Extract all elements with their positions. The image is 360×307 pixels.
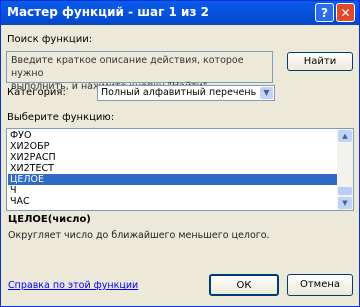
list-scrollbar[interactable]: ▲ ▼: [337, 129, 353, 210]
search-description-line-1: Введите краткое описание действия, котор…: [11, 55, 244, 79]
scroll-down-icon[interactable]: ▼: [338, 197, 352, 209]
list-item[interactable]: ЧАС: [8, 196, 337, 207]
function-list-label: Выберите функцию:: [7, 112, 115, 123]
list-item[interactable]: ХИ2ОБР: [8, 141, 337, 152]
chevron-down-icon[interactable]: ▼: [260, 87, 273, 99]
list-item[interactable]: ФУО: [8, 130, 337, 141]
search-label: Поиск функции:: [7, 34, 93, 45]
cancel-button[interactable]: Отмена: [287, 274, 353, 296]
list-item[interactable]: Ч: [8, 185, 337, 196]
scroll-thumb[interactable]: [338, 187, 352, 195]
find-button[interactable]: Найти: [287, 52, 353, 71]
help-link[interactable]: Справка по этой функции: [8, 280, 138, 291]
list-item[interactable]: ХИ2ТЕСТ: [8, 163, 337, 174]
close-icon[interactable]: ✕: [336, 3, 355, 22]
category-select[interactable]: Полный алфавитный перечень ▼: [97, 85, 275, 101]
scroll-up-icon[interactable]: ▲: [338, 130, 352, 142]
function-wizard-dialog: Мастер функций - шаг 1 из 2 ? ✕ Поиск фу…: [0, 0, 360, 307]
dialog-title: Мастер функций - шаг 1 из 2: [7, 5, 209, 19]
category-label: Категория:: [7, 87, 66, 98]
function-description: Округляет число до ближайшего меньшего ц…: [8, 230, 270, 241]
function-list[interactable]: ФУО ХИ2ОБР ХИ2РАСП ХИ2ТЕСТ ЦЕЛОЕ Ч ЧАС ▲…: [6, 128, 354, 211]
help-icon[interactable]: ?: [315, 3, 334, 22]
list-item-selected[interactable]: ЦЕЛОЕ: [8, 174, 337, 185]
title-bar: Мастер функций - шаг 1 из 2 ? ✕: [1, 1, 359, 25]
ok-button[interactable]: ОК: [209, 274, 279, 296]
list-item[interactable]: ХИ2РАСП: [8, 152, 337, 163]
search-description-input[interactable]: Введите краткое описание действия, котор…: [6, 51, 273, 92]
function-signature: ЦЕЛОЕ(число): [8, 214, 91, 225]
category-selected-value: Полный алфавитный перечень: [101, 87, 257, 98]
